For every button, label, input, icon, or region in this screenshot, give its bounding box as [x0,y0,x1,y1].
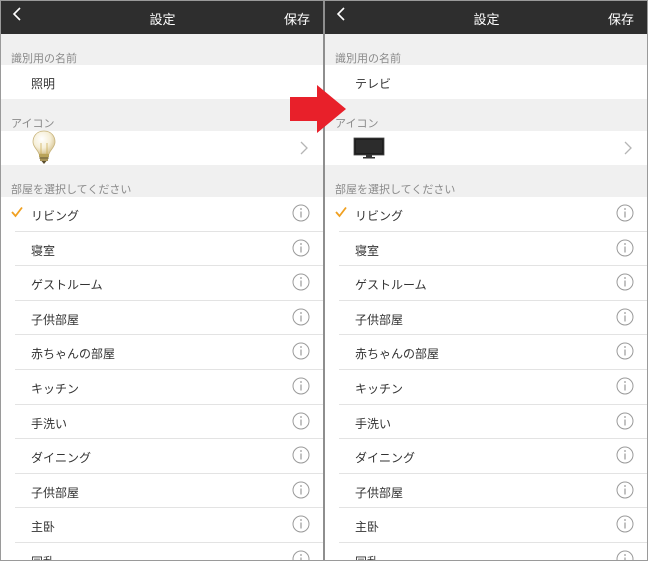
room-label: 手洗い [31,416,68,431]
info-icon[interactable] [292,446,310,464]
room-label: 寝室 [355,243,380,258]
room-label: 子供部屋 [31,485,80,500]
name-section-label: 識別用の名前 [335,52,401,65]
room-section-label: 部屋を選択してください [335,183,456,196]
room-label: 子供部屋 [31,312,80,327]
save-button[interactable]: 保存 [284,9,310,28]
room-label: キッチン [355,381,404,396]
room-list: リビング 寝室 ゲストルーム 子供部屋 赤ちゃんの部屋 キッチン 手洗い ダイニ… [1,197,324,561]
room-label: ダイニング [31,451,92,466]
info-icon[interactable] [292,342,310,360]
room-label: 赤ちゃんの部屋 [355,347,440,362]
room-item[interactable]: 寝室 [1,232,324,267]
info-icon[interactable] [292,550,310,561]
info-icon[interactable] [292,515,310,533]
room-label: ダイニング [355,451,416,466]
room-item[interactable]: 子供部屋 [325,301,648,336]
info-icon[interactable] [292,308,310,326]
info-icon[interactable] [616,308,634,326]
info-icon[interactable] [292,412,310,430]
room-item[interactable]: ゲストルーム [1,266,324,301]
room-item[interactable]: 寝室 [325,232,648,267]
room-label: 主卧 [355,520,380,535]
arrow-right-icon [290,85,346,133]
room-label: ゲストルーム [355,278,427,293]
nav-bar: 設定 保存 [1,0,324,34]
info-icon[interactable] [616,342,634,360]
room-item[interactable]: 子供部屋 [325,474,648,509]
room-item[interactable]: 手洗い [1,405,324,440]
room-label: 同乱 [355,553,379,561]
nav-title: 設定 [473,13,500,28]
info-icon[interactable] [616,204,634,222]
room-section-label: 部屋を選択してください [11,183,132,196]
room-label: 子供部屋 [355,312,404,327]
room-item[interactable]: リビング [325,197,648,232]
info-icon[interactable] [616,412,634,430]
info-icon[interactable] [292,204,310,222]
info-icon[interactable] [616,239,634,257]
room-label: 同乱 [31,553,55,561]
nav-bar: 設定 保存 [325,0,648,34]
left-settings-screen: 設定 保存 識別用の名前 照明 アイコン 部屋を選択してください リビング 寝室… [1,0,324,561]
room-item[interactable]: 子供部屋 [1,301,324,336]
name-field[interactable]: 照明 [1,65,324,99]
tv-icon [353,137,385,159]
save-button[interactable]: 保存 [608,9,634,28]
lightbulb-icon [32,130,56,164]
room-label: キッチン [31,381,80,396]
room-item[interactable]: リビング [1,197,324,232]
room-item[interactable]: 同乱 [325,543,648,561]
room-item[interactable]: 子供部屋 [1,474,324,509]
nav-title: 設定 [149,13,176,28]
info-icon[interactable] [292,481,310,499]
room-item[interactable]: 主卧 [1,508,324,543]
room-item[interactable]: ダイニング [325,439,648,474]
room-item[interactable]: キッチン [325,370,648,405]
room-label: ゲストルーム [31,278,103,293]
room-item[interactable]: 同乱 [1,543,324,561]
info-icon[interactable] [616,377,634,395]
room-label: 主卧 [31,520,56,535]
room-label: 寝室 [31,243,56,258]
name-section-label: 識別用の名前 [11,52,77,65]
chevron-right-icon [624,141,632,155]
info-icon[interactable] [616,550,634,561]
room-item[interactable]: ダイニング [1,439,324,474]
room-label: 子供部屋 [355,485,404,500]
right-settings-screen: 設定 保存 識別用の名前 テレビ アイコン 部屋を選択してください リビング 寝… [325,0,648,561]
room-label: リビング [355,209,404,223]
room-list: リビング 寝室 ゲストルーム 子供部屋 赤ちゃんの部屋 キッチン 手洗い ダイニ… [325,197,648,561]
info-icon[interactable] [616,515,634,533]
info-icon[interactable] [616,446,634,464]
room-label: リビング [31,209,80,223]
checkmark-icon [335,206,347,218]
info-icon[interactable] [292,273,310,291]
icon-selector-row[interactable] [1,130,324,165]
room-item[interactable]: 主卧 [325,508,648,543]
info-icon[interactable] [292,377,310,395]
checkmark-icon [11,206,23,218]
room-label: 赤ちゃんの部屋 [31,347,116,362]
room-item[interactable]: 手洗い [325,405,648,440]
name-field[interactable]: テレビ [325,65,648,99]
room-label: 手洗い [355,416,392,431]
room-item[interactable]: ゲストルーム [325,266,648,301]
room-item[interactable]: キッチン [1,370,324,405]
chevron-right-icon [300,141,308,155]
room-item[interactable]: 赤ちゃんの部屋 [325,335,648,370]
icon-section-label: アイコン [11,117,55,130]
icon-selector-row[interactable] [325,131,648,165]
info-icon[interactable] [292,239,310,257]
icon-section-label: アイコン [335,117,379,130]
info-icon[interactable] [616,481,634,499]
info-icon[interactable] [616,273,634,291]
room-item[interactable]: 赤ちゃんの部屋 [1,335,324,370]
